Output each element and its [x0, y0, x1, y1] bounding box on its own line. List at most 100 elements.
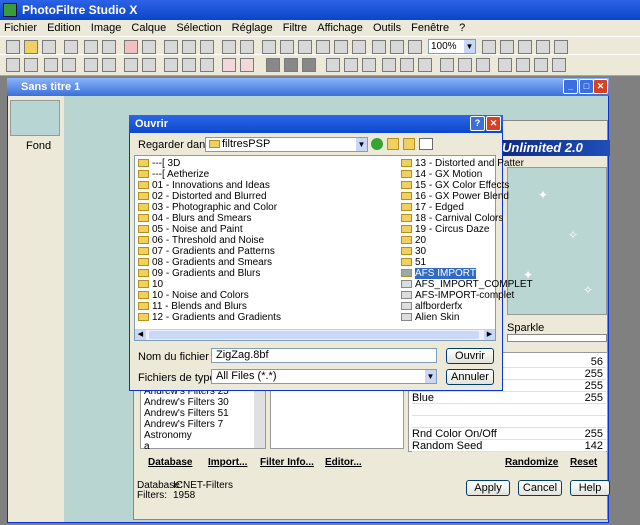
cancel-button[interactable]: Cancel: [518, 480, 562, 496]
contrast-icon[interactable]: [142, 58, 156, 72]
full-screen-icon[interactable]: [554, 40, 568, 54]
scroll-thumb[interactable]: [149, 331, 479, 339]
file-item[interactable]: 03 - Photographic and Color: [138, 202, 277, 213]
auto-icon[interactable]: [222, 58, 236, 72]
file-item[interactable]: ---[ Aetherize: [138, 169, 209, 180]
tree-item[interactable]: Astronomy: [141, 430, 265, 441]
file-item[interactable]: 10 - Noise and Colors: [138, 290, 249, 301]
save-icon[interactable]: [42, 40, 56, 54]
minimize-icon[interactable]: _: [563, 79, 578, 94]
layers-icon[interactable]: [498, 58, 512, 72]
scan-icon[interactable]: [102, 40, 116, 54]
file-item[interactable]: 13 - Distorted and Patter: [401, 158, 524, 169]
filename-input[interactable]: ZigZag.8bf: [211, 348, 437, 363]
file-item[interactable]: 30: [401, 246, 426, 257]
rotate-icon[interactable]: [440, 58, 454, 72]
apply-button[interactable]: Apply: [466, 480, 510, 496]
file-item[interactable]: 12 - Gradients and Gradients: [138, 312, 281, 323]
filetype-select[interactable]: All Files (*.*) ▼: [211, 369, 437, 384]
file-item[interactable]: 17 - Edged: [401, 202, 464, 213]
file-item[interactable]: 07 - Gradients and Patterns: [138, 246, 275, 257]
copy-icon[interactable]: [316, 40, 330, 54]
tree-item[interactable]: Andrew's Filters 30: [141, 397, 265, 408]
scroll-right-icon[interactable]: ▶: [484, 330, 495, 340]
maximize-icon[interactable]: □: [579, 79, 594, 94]
filter-a-icon[interactable]: [326, 58, 340, 72]
file-item[interactable]: AFS-IMPORT-complet: [401, 290, 514, 301]
open-icon[interactable]: [24, 40, 38, 54]
export-icon[interactable]: [534, 58, 548, 72]
flip-icon[interactable]: [458, 58, 472, 72]
close-icon[interactable]: ✕: [593, 79, 608, 94]
file-item[interactable]: 05 - Noise and Paint: [138, 224, 243, 235]
menu-selection[interactable]: Sélection: [176, 22, 221, 34]
file-item[interactable]: 04 - Blurs and Smears: [138, 213, 252, 224]
color-balance2-icon[interactable]: [284, 58, 298, 72]
file-item[interactable]: 02 - Distorted and Blurred: [138, 191, 267, 202]
color-balance-icon[interactable]: [266, 58, 280, 72]
plugin-icon[interactable]: [372, 40, 386, 54]
levels-icon[interactable]: [164, 58, 178, 72]
database-link[interactable]: Database: [148, 457, 192, 468]
filter-b-icon[interactable]: [344, 58, 358, 72]
editor-link[interactable]: Editor...: [325, 457, 362, 468]
file-item-selected[interactable]: AFS IMPORT: [401, 268, 476, 279]
back-icon[interactable]: [371, 138, 383, 150]
zoom-in-icon[interactable]: [482, 40, 496, 54]
menu-affichage[interactable]: Affichage: [317, 22, 363, 34]
crop-icon[interactable]: [222, 40, 236, 54]
view-menu-icon[interactable]: [419, 138, 433, 150]
text-icon[interactable]: [334, 40, 348, 54]
undo-icon[interactable]: [124, 40, 138, 54]
zoom-select[interactable]: 100% ▼: [428, 39, 476, 54]
file-item[interactable]: 10: [138, 279, 163, 290]
filter-e-icon[interactable]: [400, 58, 414, 72]
new-folder-icon[interactable]: [403, 138, 415, 150]
file-item[interactable]: 16 - GX Power Blend: [401, 191, 509, 202]
sharpen-icon[interactable]: [6, 58, 20, 72]
palette-icon[interactable]: [408, 40, 422, 54]
color-balance3-icon[interactable]: [302, 58, 316, 72]
file-item[interactable]: 11 - Blends and Blurs: [138, 301, 247, 312]
tree-item[interactable]: a: [141, 441, 265, 452]
paint-icon[interactable]: [390, 40, 404, 54]
file-item[interactable]: 18 - Carnival Colors: [401, 213, 503, 224]
param-row[interactable]: Random Seed 142: [412, 440, 606, 452]
up-folder-icon[interactable]: [387, 138, 399, 150]
help-icon[interactable]: ?: [470, 116, 485, 131]
adjust2-icon[interactable]: [182, 40, 196, 54]
param-row[interactable]: Rnd Color On/Off 255: [412, 428, 606, 440]
save-all-icon[interactable]: [64, 40, 78, 54]
filter-c-icon[interactable]: [362, 58, 376, 72]
file-item[interactable]: AFS_IMPORT_COMPLET: [401, 279, 533, 290]
menu-image[interactable]: Image: [91, 22, 122, 34]
layer-thumbnail[interactable]: [10, 100, 60, 136]
text2-icon[interactable]: [352, 40, 366, 54]
lookin-select[interactable]: filtresPSP ▼: [205, 137, 368, 152]
select-icon[interactable]: [262, 40, 276, 54]
param-row[interactable]: [412, 416, 606, 428]
file-item[interactable]: 20: [401, 235, 426, 246]
gradient-icon[interactable]: [240, 40, 254, 54]
menu-reglage[interactable]: Réglage: [232, 22, 273, 34]
stamp-icon[interactable]: [516, 58, 530, 72]
open-button[interactable]: Ouvrir: [446, 348, 494, 364]
gamma-icon[interactable]: [84, 58, 98, 72]
file-item[interactable]: 06 - Threshold and Noise: [138, 235, 264, 246]
brightness-icon[interactable]: [124, 58, 138, 72]
adjust-icon[interactable]: [164, 40, 178, 54]
menu-edition[interactable]: Edition: [47, 22, 81, 34]
filter-info-link[interactable]: Filter Info...: [260, 457, 314, 468]
scroll-left-icon[interactable]: ◀: [135, 330, 146, 340]
filter-d-icon[interactable]: [382, 58, 396, 72]
menu-help[interactable]: ?: [459, 22, 465, 34]
redo-icon[interactable]: [142, 40, 156, 54]
gamma-plus-icon[interactable]: [102, 58, 116, 72]
menu-fenetre[interactable]: Fenêtre: [411, 22, 449, 34]
file-item[interactable]: 19 - Circus Daze: [401, 224, 489, 235]
param-row[interactable]: [412, 404, 606, 416]
menu-calque[interactable]: Calque: [131, 22, 166, 34]
new-icon[interactable]: [6, 40, 20, 54]
fit-icon[interactable]: [280, 40, 294, 54]
menu-outils[interactable]: Outils: [373, 22, 401, 34]
